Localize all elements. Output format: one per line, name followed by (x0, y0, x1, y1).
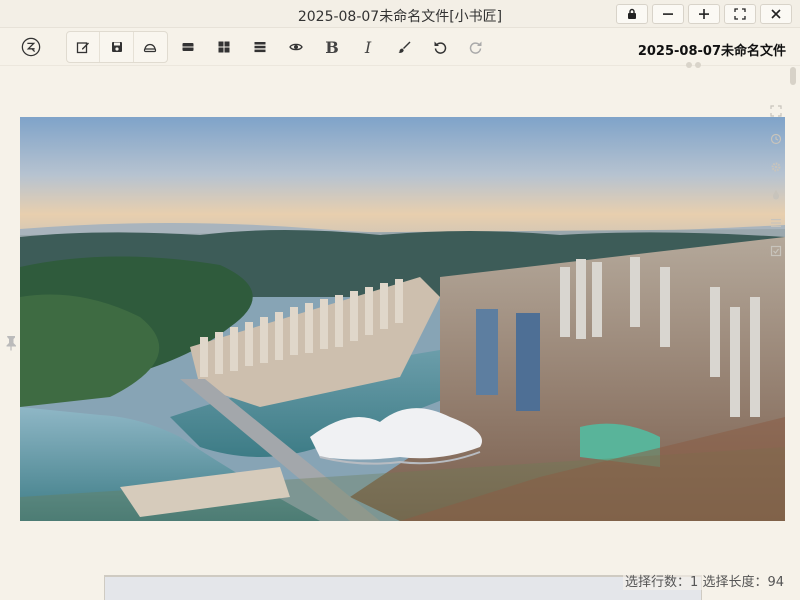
italic-button[interactable]: I (352, 31, 384, 63)
file-button-group (66, 31, 168, 63)
checklist-icon (770, 245, 782, 257)
fullscreen-button[interactable] (724, 4, 756, 24)
ink-drop-button[interactable] (769, 188, 783, 202)
menu-button[interactable] (769, 216, 783, 230)
expand-button[interactable] (769, 104, 783, 118)
multiline-icon (254, 42, 266, 53)
preview-eye-icon (289, 43, 303, 51)
document-name: 2025-08-07未命名文件 (637, 44, 786, 59)
settings-button[interactable] (769, 160, 783, 174)
minimize-button[interactable] (652, 4, 684, 24)
italic-icon: I (364, 37, 372, 57)
city-aerial-photo (20, 117, 785, 521)
sync-icon (144, 43, 157, 53)
bold-button[interactable]: B (316, 31, 348, 63)
brush-icon (398, 41, 411, 53)
multiline-button[interactable] (244, 31, 276, 63)
window-controls (616, 4, 792, 24)
preview-button[interactable] (280, 31, 312, 63)
layout-list-button[interactable] (172, 31, 204, 63)
grid-button[interactable] (208, 31, 240, 63)
photo-image (20, 117, 785, 521)
close-button[interactable] (760, 4, 792, 24)
edit-icon (77, 42, 90, 54)
ink-drop-icon (773, 190, 779, 200)
minimize-icon (663, 13, 673, 15)
vertical-scrollbar[interactable] (790, 67, 796, 600)
next-image-preview (104, 575, 702, 600)
lock-icon (628, 8, 636, 19)
brush-button[interactable] (388, 31, 420, 63)
pin-icon[interactable] (4, 335, 18, 351)
lock-button[interactable] (616, 4, 648, 24)
title-bar: 2025-08-07未命名文件[小书匠] (0, 0, 800, 28)
bold-icon: B (325, 37, 339, 57)
settings-icon (771, 162, 781, 172)
app-window: 2025-08-07未命名文件[小书匠] B I 2025-08-07未命名文件… (0, 0, 800, 600)
history-button[interactable] (769, 132, 783, 146)
toolbar: B I 2025-08-07未命名文件 (0, 28, 800, 66)
sync-button[interactable] (134, 32, 167, 62)
grid-icon (218, 41, 230, 53)
save-icon (111, 42, 122, 52)
maximize-icon (699, 9, 709, 19)
checklist-button[interactable] (769, 244, 783, 258)
undo-button[interactable] (424, 31, 456, 63)
history-icon (770, 133, 782, 145)
layout-list-icon (182, 43, 194, 51)
preview-pane: 选择行数：1 选择长度：94 (0, 67, 800, 600)
floating-side-tools (766, 104, 786, 258)
status-bar: 选择行数：1 选择长度：94 (623, 571, 786, 590)
redo-icon (469, 41, 482, 54)
save-button[interactable] (100, 32, 134, 62)
undo-icon (434, 41, 447, 54)
edit-button[interactable] (67, 32, 101, 62)
app-logo-button[interactable] (20, 36, 42, 58)
close-icon (771, 9, 781, 19)
menu-icon (771, 219, 781, 227)
expand-icon (770, 105, 782, 117)
redo-button[interactable] (460, 31, 492, 63)
xiaoshujiang-logo-icon (21, 37, 41, 57)
format-toolbar: B I (172, 31, 492, 63)
maximize-button[interactable] (688, 4, 720, 24)
scrollbar-thumb[interactable] (790, 67, 796, 85)
fullscreen-icon (734, 8, 746, 20)
